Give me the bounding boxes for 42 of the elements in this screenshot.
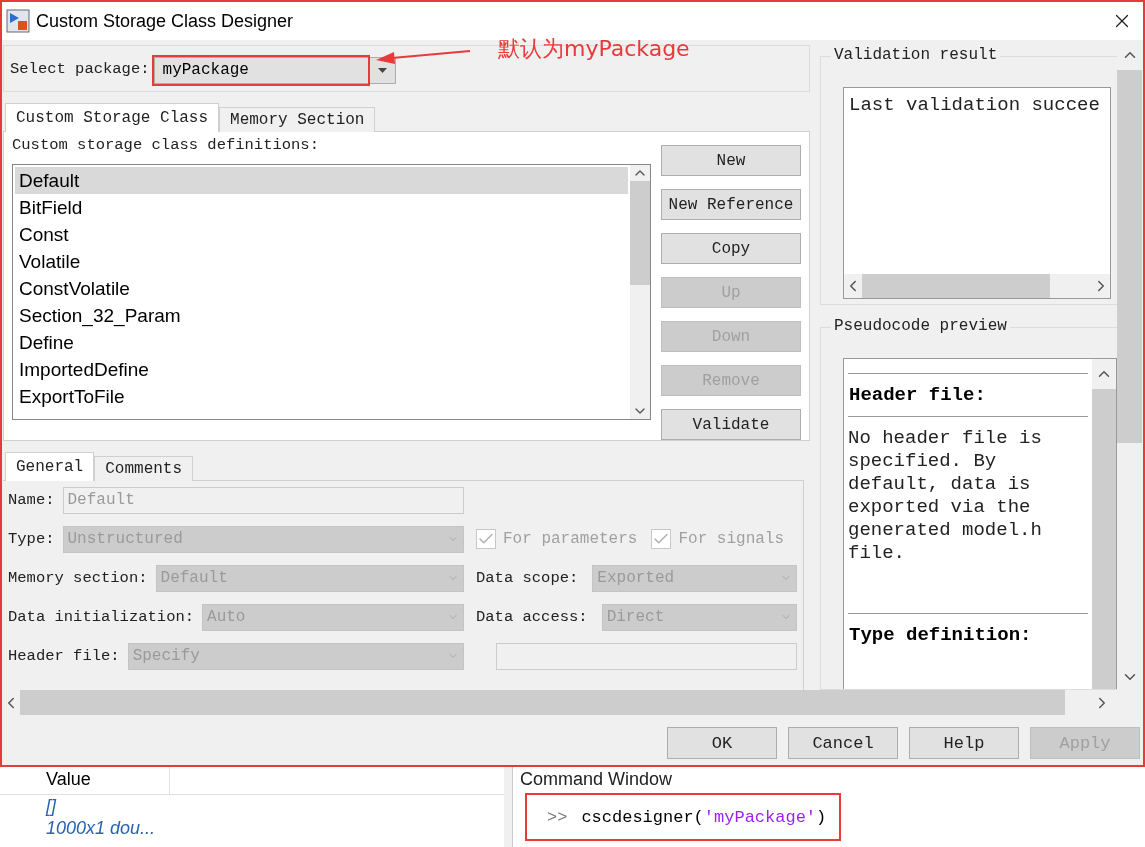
list-item[interactable]: ConstVolatile [15,275,628,302]
section-heading: Header file: [848,384,987,406]
prompt: >> [547,807,568,827]
list-item[interactable]: Volatile [15,248,628,275]
tab[interactable]: Comments [94,456,194,481]
list-item[interactable]: Define [15,329,628,356]
window-title: Custom Storage Class Designer [36,10,295,32]
list-item[interactable]: Section_32_Param [15,302,628,329]
group-title: Pseudocode preview [831,317,1010,335]
field-label: Header file: [8,647,120,665]
dialog-button[interactable]: Cancel [788,727,898,759]
variable-value: [] [44,795,58,817]
list-action-button[interactable]: New Reference [661,189,801,220]
field-label: Data scope: [476,569,579,587]
validation-text: Last validation succee [848,93,1101,118]
command-text: cscdesigner('myPackage') [581,807,827,827]
annotation-text: 默认为myPackage [498,35,690,63]
list-item[interactable]: BitField [15,194,628,221]
dialog-button[interactable]: OK [667,727,777,759]
list-item[interactable]: ImportedDefine [15,356,628,383]
variable-value: 1000x1 dou... [45,817,157,839]
list-action-button[interactable]: Validate [661,409,801,440]
list-item[interactable]: Const [15,221,628,248]
section-text: No header file is specified. By default, data is exported via the generated model.h file. [848,427,1043,565]
tab[interactable]: Memory Section [219,107,376,132]
list-label: Custom storage class definitions: [12,136,320,154]
field-label: Memory section: [8,569,148,587]
field-label: Type: [8,530,55,548]
field-label: Name: [8,491,55,509]
list-item[interactable]: Default [15,167,628,194]
dialog-button[interactable]: Help [909,727,1019,759]
list-action-button[interactable]: Copy [661,233,801,264]
list-item[interactable]: ExportToFile [15,383,628,410]
list-action-button[interactable]: New [661,145,801,176]
section-heading: Type definition: [848,624,1033,646]
panel-title: Command Window [519,768,674,791]
column-header[interactable]: Value [40,767,170,794]
field-label: Data access: [476,608,588,626]
field-label: Data initialization: [8,608,195,626]
package-label: Select package: [10,59,150,78]
tab[interactable]: Custom Storage Class [5,103,220,132]
tab[interactable]: General [5,452,95,481]
